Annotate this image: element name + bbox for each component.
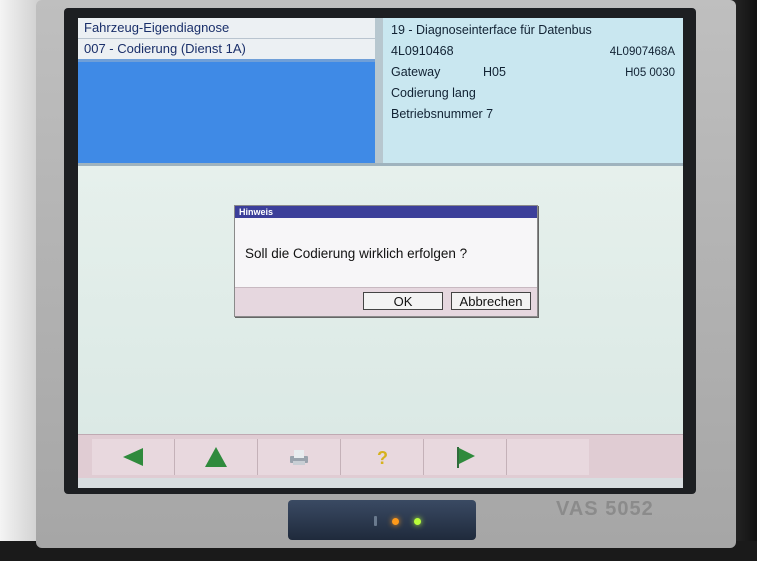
gateway-version: H05 0030: [625, 67, 675, 79]
back-arrow-icon: [123, 448, 143, 466]
part-number: 4L0910468: [391, 44, 454, 58]
ok-button[interactable]: OK: [363, 292, 443, 310]
gateway-code: H05: [483, 65, 506, 79]
help-icon: ?: [377, 448, 388, 468]
confirm-dialog: Hinweis Soll die Codierung wirklich erfo…: [234, 205, 538, 317]
forward-flag-icon: [457, 447, 475, 468]
dialog-message: Soll die Codierung wirklich erfolgen ?: [245, 246, 468, 261]
up-button[interactable]: [175, 439, 258, 475]
header-blue-area: [78, 62, 375, 163]
dialog-button-bar: OK Abbrechen: [235, 287, 537, 316]
function-title: 007 - Codierung (Dienst 1A): [78, 38, 375, 59]
header-divider: [375, 18, 383, 163]
header-left-panel: Fahrzeug-Eigendiagnose 007 - Codierung (…: [78, 18, 375, 163]
print-button[interactable]: [258, 439, 341, 475]
dialog-title: Hinweis: [235, 206, 537, 218]
app-title: Fahrzeug-Eigendiagnose: [78, 18, 375, 38]
operator-number: Betriebsnummer 7: [391, 107, 494, 121]
print-icon: [290, 450, 308, 465]
background-wall: [0, 0, 40, 561]
svg-text:?: ?: [377, 448, 388, 468]
back-button[interactable]: [92, 439, 175, 475]
status-led: [414, 518, 421, 525]
monitor-bezel: Fahrzeug-Eigendiagnose 007 - Codierung (…: [36, 0, 736, 548]
led-marker: [374, 516, 377, 526]
device-model-label: VAS 5052: [556, 498, 654, 520]
forward-button[interactable]: [424, 439, 507, 475]
header-info-panel: 19 - Diagnoseinterface für Datenbus 4L09…: [383, 18, 683, 163]
component-number: 4L0907468A: [609, 46, 675, 58]
empty-toolbar-slot: [507, 439, 589, 475]
up-arrow-icon: [205, 447, 227, 467]
status-bar: [78, 478, 683, 488]
control-unit-title: 19 - Diagnoseinterface für Datenbus: [391, 23, 592, 37]
coding-label: Codierung lang: [391, 86, 476, 100]
led-panel: [288, 500, 476, 540]
screen: Fahrzeug-Eigendiagnose 007 - Codierung (…: [78, 18, 683, 488]
bottom-toolbar: ?: [78, 434, 683, 479]
cancel-button[interactable]: Abbrechen: [451, 292, 531, 310]
help-button[interactable]: ?: [341, 439, 424, 475]
power-led: [392, 518, 399, 525]
gateway-label: Gateway: [391, 65, 441, 79]
